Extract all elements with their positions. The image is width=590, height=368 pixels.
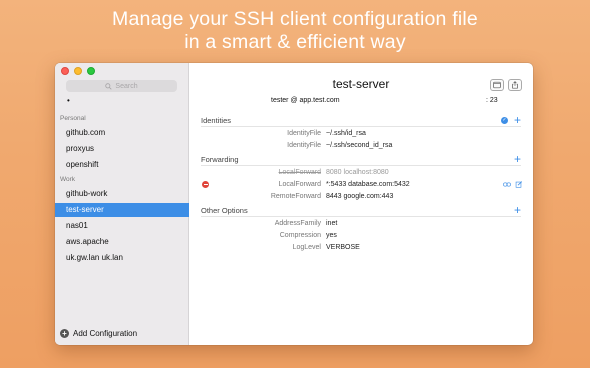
sidebar-item-test-server[interactable]: test-server [55,203,189,217]
app-window: Search • Personal github.com proxyus ope… [55,63,533,345]
check-icon: ✓ [501,117,508,124]
option-value[interactable]: 8080 localhost:8080 [326,167,389,178]
option-value[interactable]: 8443 google.com:443 [326,191,393,202]
host-title: test-server [332,77,390,91]
option-key: IdentityFile [287,130,321,137]
group-label-personal: Personal [60,115,86,122]
headline-line-1: Manage your SSH client configuration fil… [112,8,478,30]
identity-row[interactable]: IdentityFile ~/.ssh/second_id_rsa [189,140,533,151]
section-forwarding: Forwarding + [201,153,521,166]
search-input[interactable]: Search [66,80,177,92]
add-configuration-label: Add Configuration [73,329,138,338]
sidebar: Search • Personal github.com proxyus ope… [55,63,189,345]
option-value[interactable]: yes [326,230,337,241]
forwarding-row-disabled[interactable]: LocalForward 8080 localhost:8080 [189,167,533,178]
sidebar-item-proxyus[interactable]: proxyus [55,142,189,156]
share-icon [512,81,518,89]
option-row[interactable]: LogLevel VERBOSE [189,242,533,253]
share-button[interactable] [508,79,522,91]
sidebar-item-openshift[interactable]: openshift [55,158,189,172]
sidebar-item-uk-gw-lan[interactable]: uk.gw.lan uk.lan [55,251,189,265]
option-value[interactable]: VERBOSE [326,242,360,253]
section-label-other-options: Other Options [201,206,248,215]
option-key: AddressFamily [274,220,321,227]
forwarding-row[interactable]: LocalForward *:5433 database.com:5432 [189,179,533,190]
option-value[interactable]: ~/.ssh/second_id_rsa [326,140,392,151]
terminal-icon [493,81,501,89]
add-configuration-button[interactable]: + Add Configuration [60,329,137,338]
sidebar-item-github-work[interactable]: github-work [55,187,189,201]
sidebar-item-default[interactable]: • [67,96,70,105]
option-key: LocalForward [278,181,321,188]
headline-line-2: in a smart & efficient way [184,31,406,53]
maximize-window-button[interactable] [87,67,95,75]
identity-row[interactable]: IdentityFile ~/.ssh/id_rsa [189,128,533,139]
option-row[interactable]: AddressFamily inet [189,218,533,229]
connection-string: tester @ app.test.com [271,97,340,104]
option-value[interactable]: ~/.ssh/id_rsa [326,128,366,139]
search-icon [105,82,113,90]
sidebar-item-nas01[interactable]: nas01 [55,219,189,233]
section-label-forwarding: Forwarding [201,155,239,164]
forwarding-row[interactable]: RemoteForward 8443 google.com:443 [189,191,533,202]
option-value[interactable]: inet [326,218,337,229]
option-key: LogLevel [292,244,321,251]
add-option-button[interactable]: + [514,204,521,216]
minimize-window-button[interactable] [74,67,82,75]
add-identity-button[interactable]: + [514,114,521,126]
detail-pane: test-server tester @ app.test.com : 23 I… [189,63,533,345]
edit-icon[interactable] [515,181,523,188]
link-icon[interactable] [503,181,511,188]
headline: Manage your SSH client configuration fil… [0,8,590,54]
window-controls [61,67,95,75]
option-key: IdentityFile [287,142,321,149]
option-row[interactable]: Compression yes [189,230,533,241]
group-label-work: Work [60,176,76,183]
sidebar-item-aws-apache[interactable]: aws.apache [55,235,189,249]
section-other-options: Other Options + [201,204,521,217]
add-forwarding-button[interactable]: + [514,153,521,165]
open-terminal-button[interactable] [490,79,504,91]
search-placeholder: Search [115,82,138,90]
disable-option-icon[interactable] [202,181,209,188]
section-identities: Identities ✓ + [201,114,521,127]
row-actions [503,181,523,188]
section-label-identities: Identities [201,116,232,125]
port-value: : 23 [486,97,498,104]
option-key: Compression [279,232,321,239]
plus-circle-icon: + [60,329,69,338]
sidebar-item-github-com[interactable]: github.com [55,126,189,140]
option-key: RemoteForward [270,193,321,200]
option-value[interactable]: *:5433 database.com:5432 [326,179,410,190]
option-key: LocalForward [278,169,321,176]
close-window-button[interactable] [61,67,69,75]
